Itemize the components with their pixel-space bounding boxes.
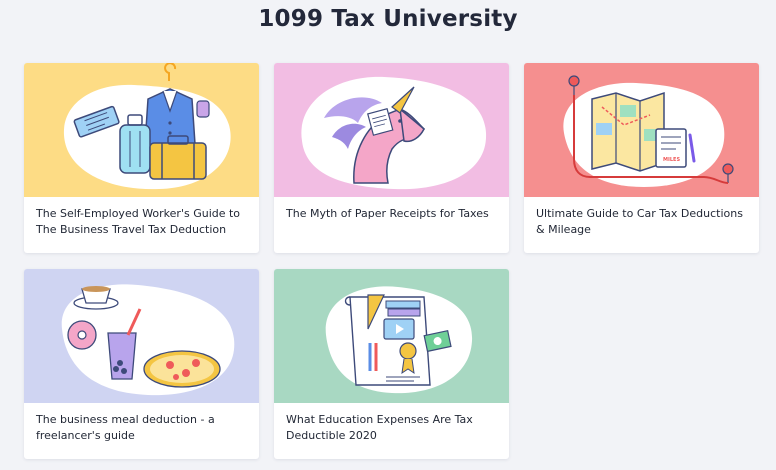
travel-luggage-icon	[24, 63, 259, 197]
article-title[interactable]: The business meal deduction - a freelanc…	[36, 412, 249, 444]
article-card-car-deductions[interactable]: MILES Ultimate Guide to Car Tax Deductio…	[524, 63, 759, 253]
article-title[interactable]: The Myth of Paper Receipts for Taxes	[286, 206, 499, 222]
article-card-business-meal[interactable]: The business meal deduction - a freelanc…	[24, 269, 259, 459]
article-title[interactable]: What Education Expenses Are Tax Deductib…	[286, 412, 499, 444]
education-supplies-icon	[274, 269, 509, 403]
page-title: 1099 Tax University	[258, 6, 518, 32]
map-route-icon: MILES	[524, 63, 759, 197]
article-card-business-travel[interactable]: The Self-Employed Worker's Guide to The …	[24, 63, 259, 253]
unicorn-icon	[274, 63, 509, 197]
article-card-paper-receipts[interactable]: The Myth of Paper Receipts for Taxes	[274, 63, 509, 253]
svg-text:MILES: MILES	[663, 157, 680, 163]
article-card-education-expenses[interactable]: What Education Expenses Are Tax Deductib…	[274, 269, 509, 459]
article-title[interactable]: Ultimate Guide to Car Tax Deductions & M…	[536, 206, 749, 238]
article-title[interactable]: The Self-Employed Worker's Guide to The …	[36, 206, 249, 238]
food-drink-icon	[24, 269, 259, 403]
